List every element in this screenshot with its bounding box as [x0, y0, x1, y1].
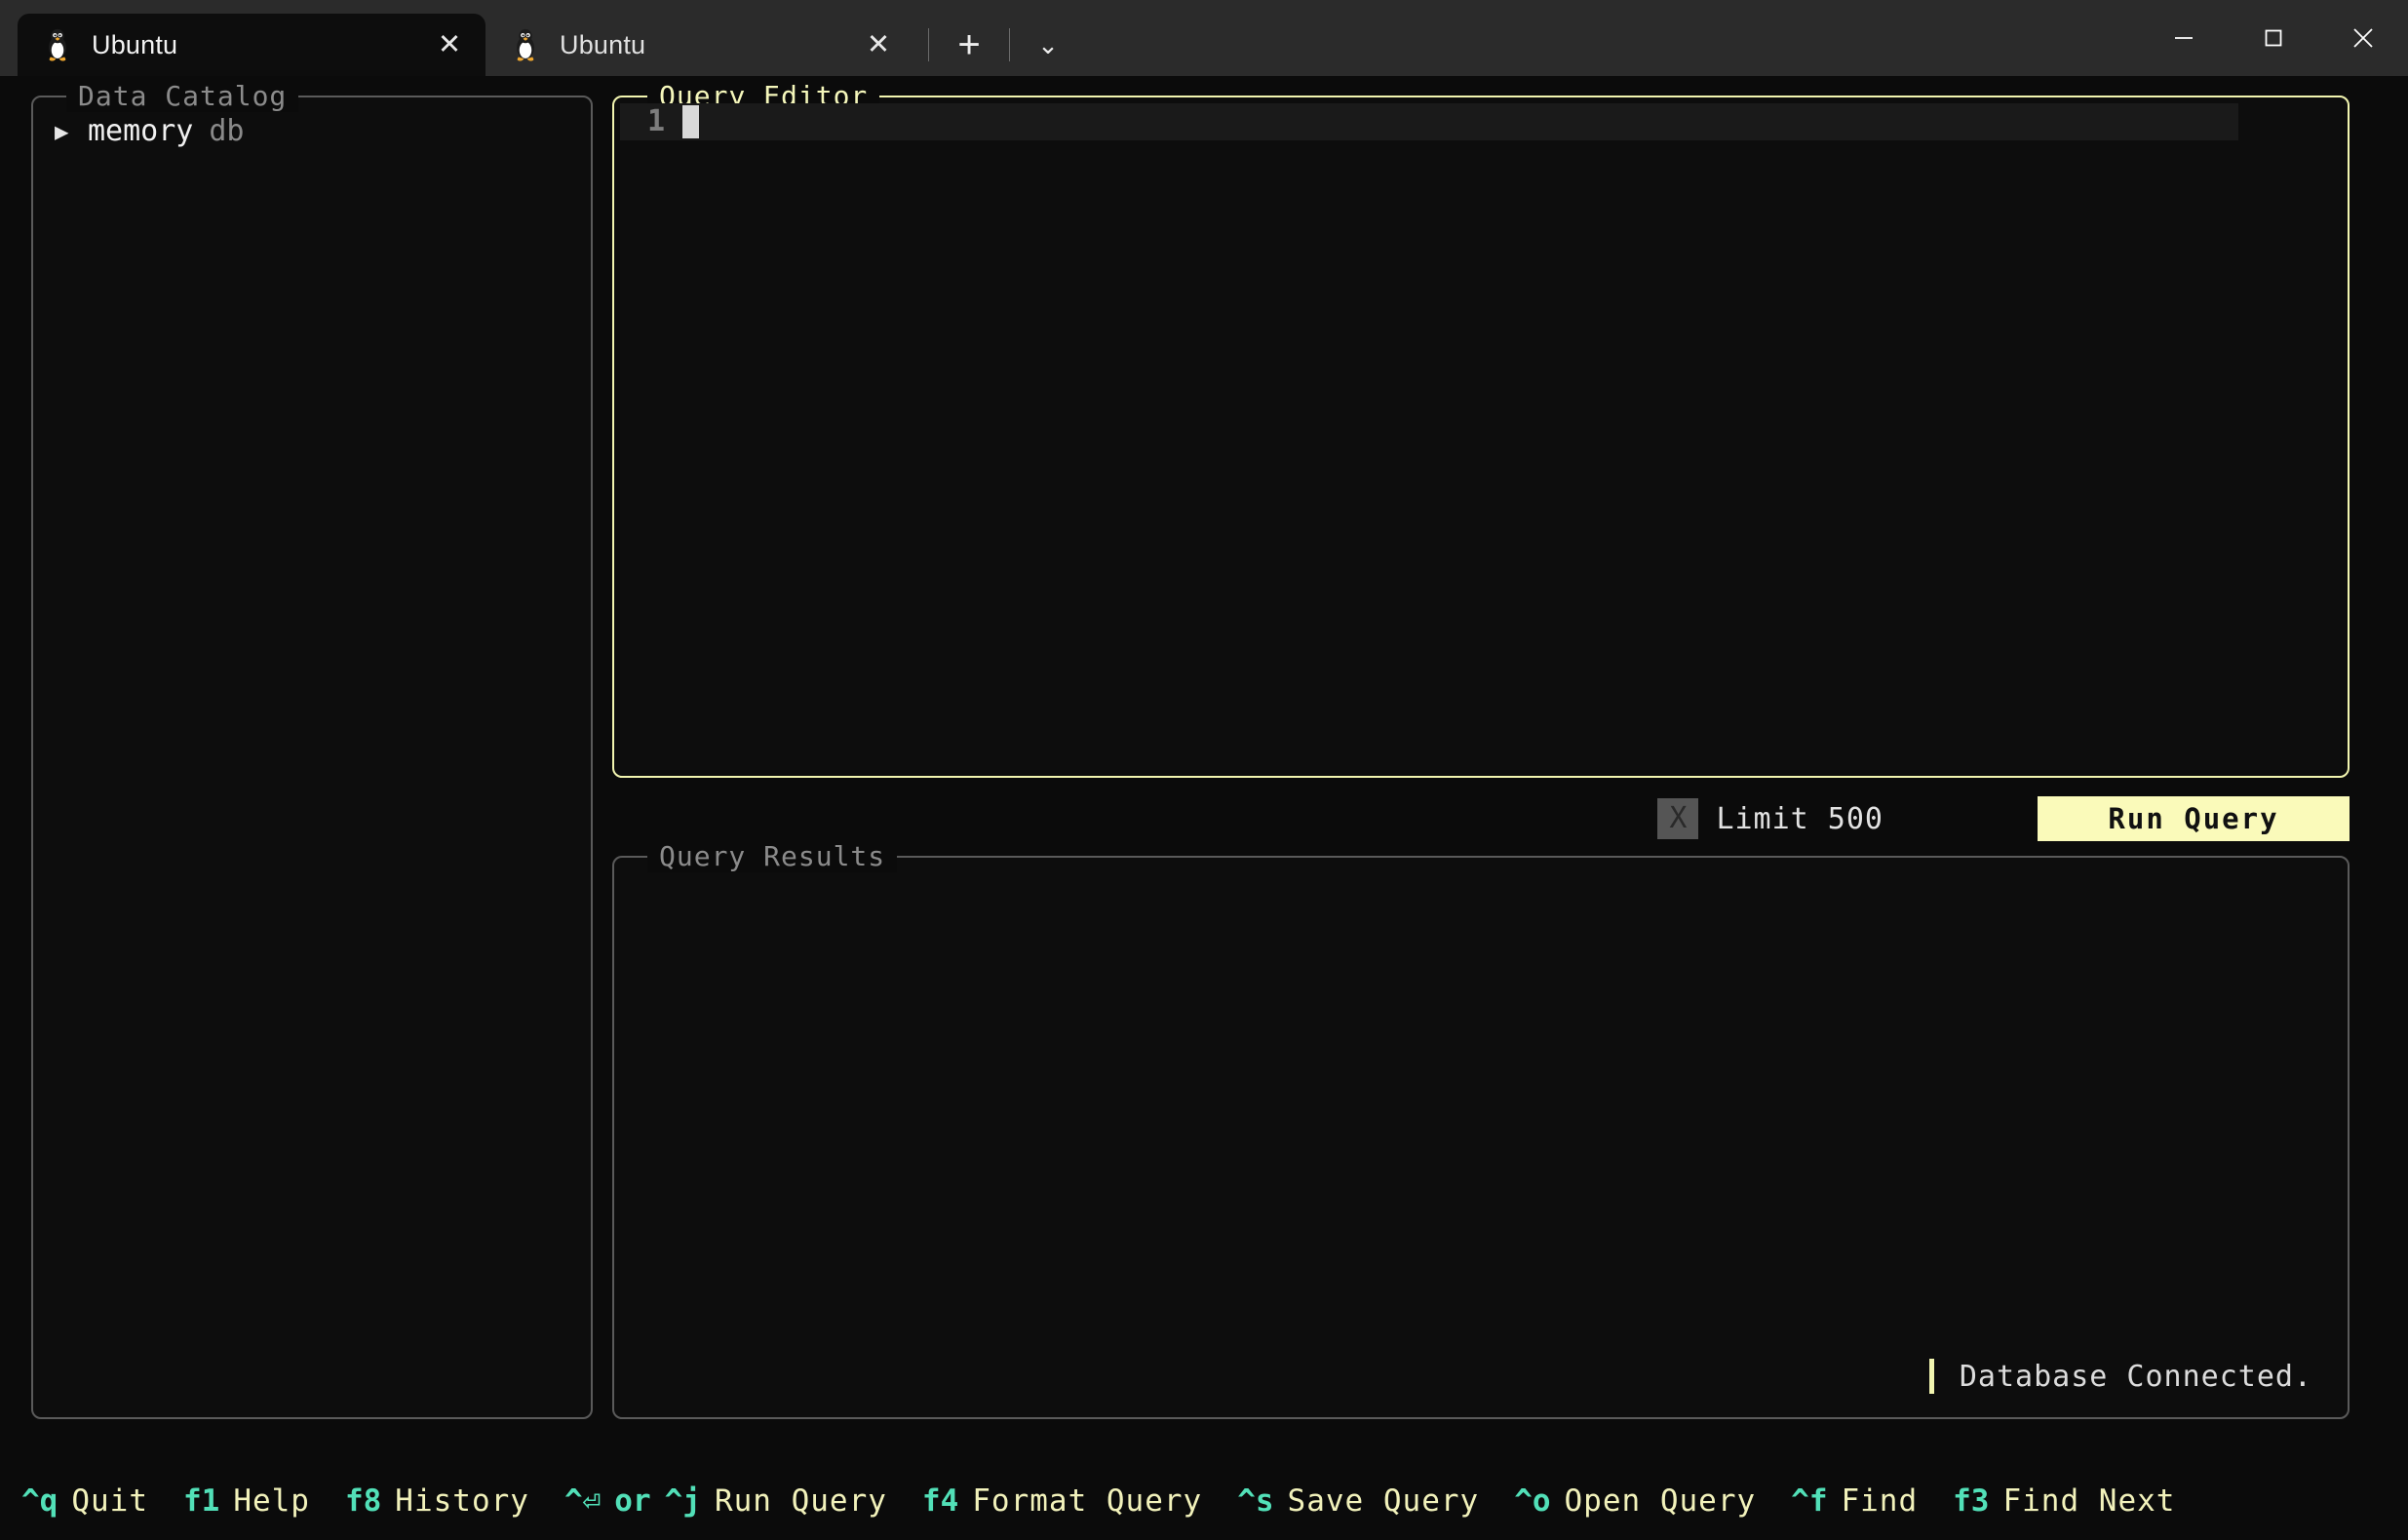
close-button[interactable]	[2318, 0, 2408, 76]
query-results-title: Query Results	[647, 841, 897, 872]
keybinding-desc: Quit	[71, 1483, 148, 1519]
new-tab-button[interactable]: +	[943, 14, 995, 76]
keybinding-key-alt: ^j	[665, 1483, 701, 1519]
line-text	[679, 103, 2238, 140]
tab-ubuntu-1[interactable]: Ubuntu ✕	[18, 14, 485, 76]
app-body: Data Catalog ▶ memory db Query Editor 1 …	[0, 76, 2408, 1540]
limit-label: Limit 500	[1716, 802, 1884, 836]
keybinding-desc: Save Query	[1288, 1483, 1480, 1519]
catalog-item-name: memory	[88, 113, 193, 150]
keybinding-quit[interactable]: ^q Quit	[21, 1483, 148, 1519]
query-editor-textarea[interactable]: 1	[620, 103, 2342, 770]
minimize-button[interactable]	[2139, 0, 2229, 76]
tabstrip-divider	[928, 28, 929, 61]
tab-close-icon[interactable]: ✕	[435, 31, 464, 59]
data-catalog-title: Data Catalog	[66, 81, 298, 112]
keybinding-find-next[interactable]: f3 Find Next	[1953, 1483, 2175, 1519]
editor-line[interactable]: 1	[620, 103, 2238, 140]
editor-controls-row: X Limit 500 Run Query	[612, 792, 2350, 845]
tab-ubuntu-2[interactable]: Ubuntu ✕	[485, 14, 914, 76]
keybinding-key: f1	[183, 1483, 219, 1519]
limit-control[interactable]: X Limit 500	[1657, 798, 1884, 839]
keybinding-history[interactable]: f8 History	[345, 1483, 529, 1519]
status-accent-bar	[1929, 1359, 1934, 1394]
chevron-down-icon[interactable]: ⌄	[1024, 14, 1072, 76]
keybinding-desc: Help	[233, 1483, 310, 1519]
window-controls	[2139, 0, 2408, 76]
keybinding-key: f3	[1953, 1483, 1989, 1519]
keybinding-save-query[interactable]: ^s Save Query	[1237, 1483, 1479, 1519]
keybinding-desc: Run Query	[715, 1483, 887, 1519]
keybinding-desc: History	[395, 1483, 529, 1519]
keybinding-key: ^o	[1514, 1483, 1550, 1519]
keybinding-help[interactable]: f1 Help	[183, 1483, 310, 1519]
keybinding-key: f4	[922, 1483, 958, 1519]
keybinding-desc: Find Next	[2002, 1483, 2175, 1519]
status-text: Database Connected.	[1960, 1360, 2312, 1394]
query-editor-panel[interactable]: Query Editor 1	[612, 96, 2350, 778]
tab-title: Ubuntu	[92, 30, 415, 60]
keybinding-run-query[interactable]: ^⏎ or ^j Run Query	[564, 1483, 887, 1519]
tux-icon	[43, 28, 72, 61]
tab-close-icon[interactable]: ✕	[864, 31, 893, 59]
keybinding-key: ^f	[1791, 1483, 1827, 1519]
keybinding-key: ^⏎	[564, 1483, 601, 1519]
text-cursor	[682, 105, 699, 138]
keybinding-footer: ^q Quit f1 Help f8 History ^⏎ or ^j Run …	[0, 1476, 2408, 1526]
tux-icon	[511, 28, 540, 61]
query-results-panel: Query Results Database Connected.	[612, 856, 2350, 1419]
keybinding-desc: Format Query	[972, 1483, 1202, 1519]
data-catalog-panel: Data Catalog ▶ memory db	[31, 96, 593, 1419]
tab-title: Ubuntu	[560, 30, 844, 60]
chevron-right-icon[interactable]: ▶	[55, 113, 88, 150]
keybinding-format-query[interactable]: f4 Format Query	[922, 1483, 1202, 1519]
line-number: 1	[620, 103, 679, 140]
run-query-button[interactable]: Run Query	[2038, 796, 2350, 841]
catalog-item-memory[interactable]: ▶ memory db	[55, 113, 591, 150]
keybinding-key: ^q	[21, 1483, 58, 1519]
keybinding-or: or	[614, 1483, 650, 1519]
keybinding-desc: Find	[1841, 1483, 1918, 1519]
tabstrip-divider	[1009, 28, 1010, 61]
keybinding-key: f8	[345, 1483, 381, 1519]
keybinding-find[interactable]: ^f Find	[1791, 1483, 1918, 1519]
tab-strip: Ubuntu ✕ Ubuntu ✕ + ⌄	[0, 0, 1072, 76]
keybinding-desc: Open Query	[1565, 1483, 1757, 1519]
keybinding-key: ^s	[1237, 1483, 1273, 1519]
status-message: Database Connected.	[1929, 1359, 2312, 1394]
maximize-button[interactable]	[2229, 0, 2318, 76]
window-titlebar: Ubuntu ✕ Ubuntu ✕ + ⌄	[0, 0, 2408, 76]
keybinding-open-query[interactable]: ^o Open Query	[1514, 1483, 1756, 1519]
catalog-item-kind: db	[209, 113, 244, 150]
limit-checkbox[interactable]: X	[1657, 798, 1698, 839]
